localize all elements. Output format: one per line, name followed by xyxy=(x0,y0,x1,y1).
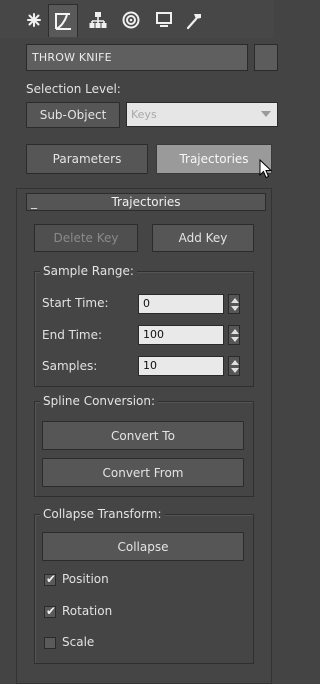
motion-icon xyxy=(122,11,140,29)
delete-key-button[interactable]: Delete Key xyxy=(34,224,138,252)
create-icon xyxy=(27,13,41,27)
samples-spinner[interactable] xyxy=(228,356,240,376)
add-key-button[interactable]: Add Key xyxy=(152,224,254,252)
samples-field[interactable]: 10 xyxy=(138,356,224,376)
spline-conversion-title: Spline Conversion: xyxy=(40,394,159,408)
rollout-header[interactable]: _ Trajectories xyxy=(26,193,266,211)
object-color-swatch[interactable] xyxy=(254,44,278,71)
tab-create[interactable] xyxy=(22,4,46,36)
tab-display[interactable] xyxy=(150,4,178,36)
scale-checkbox[interactable] xyxy=(44,637,56,649)
tab-modify[interactable] xyxy=(48,4,78,37)
check-icon: ✔ xyxy=(46,604,57,618)
display-icon xyxy=(156,12,172,27)
modify-icon xyxy=(55,13,71,30)
sub-object-button[interactable]: Sub-Object xyxy=(26,102,120,128)
scale-label: Scale xyxy=(62,635,95,649)
end-time-label: End Time: xyxy=(42,328,103,342)
sample-range-title: Sample Range: xyxy=(40,264,137,278)
sub-object-dropdown-value: Keys xyxy=(131,108,157,121)
mouse-cursor-icon xyxy=(259,159,272,179)
chevron-down-icon xyxy=(261,111,271,117)
rollout-title: Trajectories xyxy=(111,195,181,209)
end-time-field[interactable]: 100 xyxy=(138,325,224,345)
position-checkbox[interactable]: ✔ xyxy=(44,572,57,586)
tab-hierarchy[interactable] xyxy=(84,4,112,36)
rotation-checkbox[interactable]: ✔ xyxy=(44,604,57,618)
command-panel-tabs xyxy=(0,0,274,38)
rotation-label: Rotation xyxy=(62,604,113,618)
collapse-transform-title: Collapse Transform: xyxy=(40,507,165,521)
tab-motion[interactable] xyxy=(118,4,144,36)
check-icon: ✔ xyxy=(46,572,57,586)
object-name-field[interactable]: THROW KNIFE xyxy=(26,44,248,71)
trajectories-button[interactable]: Trajectories xyxy=(156,144,272,174)
start-time-spinner[interactable] xyxy=(228,294,240,314)
parameters-button[interactable]: Parameters xyxy=(26,144,148,174)
start-time-label: Start Time: xyxy=(42,296,109,310)
hierarchy-icon xyxy=(89,12,107,28)
tab-utilities[interactable] xyxy=(180,4,208,36)
rollout-collapse-icon[interactable]: _ xyxy=(31,194,37,210)
sub-object-dropdown[interactable]: Keys xyxy=(126,102,278,127)
start-time-field[interactable]: 0 xyxy=(138,294,224,314)
end-time-spinner[interactable] xyxy=(228,325,240,345)
selection-level-label: Selection Level: xyxy=(26,82,121,96)
utilities-icon xyxy=(186,14,201,30)
position-label: Position xyxy=(62,572,109,586)
convert-from-button[interactable]: Convert From xyxy=(42,458,244,487)
samples-label: Samples: xyxy=(42,359,98,373)
collapse-button[interactable]: Collapse xyxy=(42,532,244,561)
convert-to-button[interactable]: Convert To xyxy=(42,421,244,450)
